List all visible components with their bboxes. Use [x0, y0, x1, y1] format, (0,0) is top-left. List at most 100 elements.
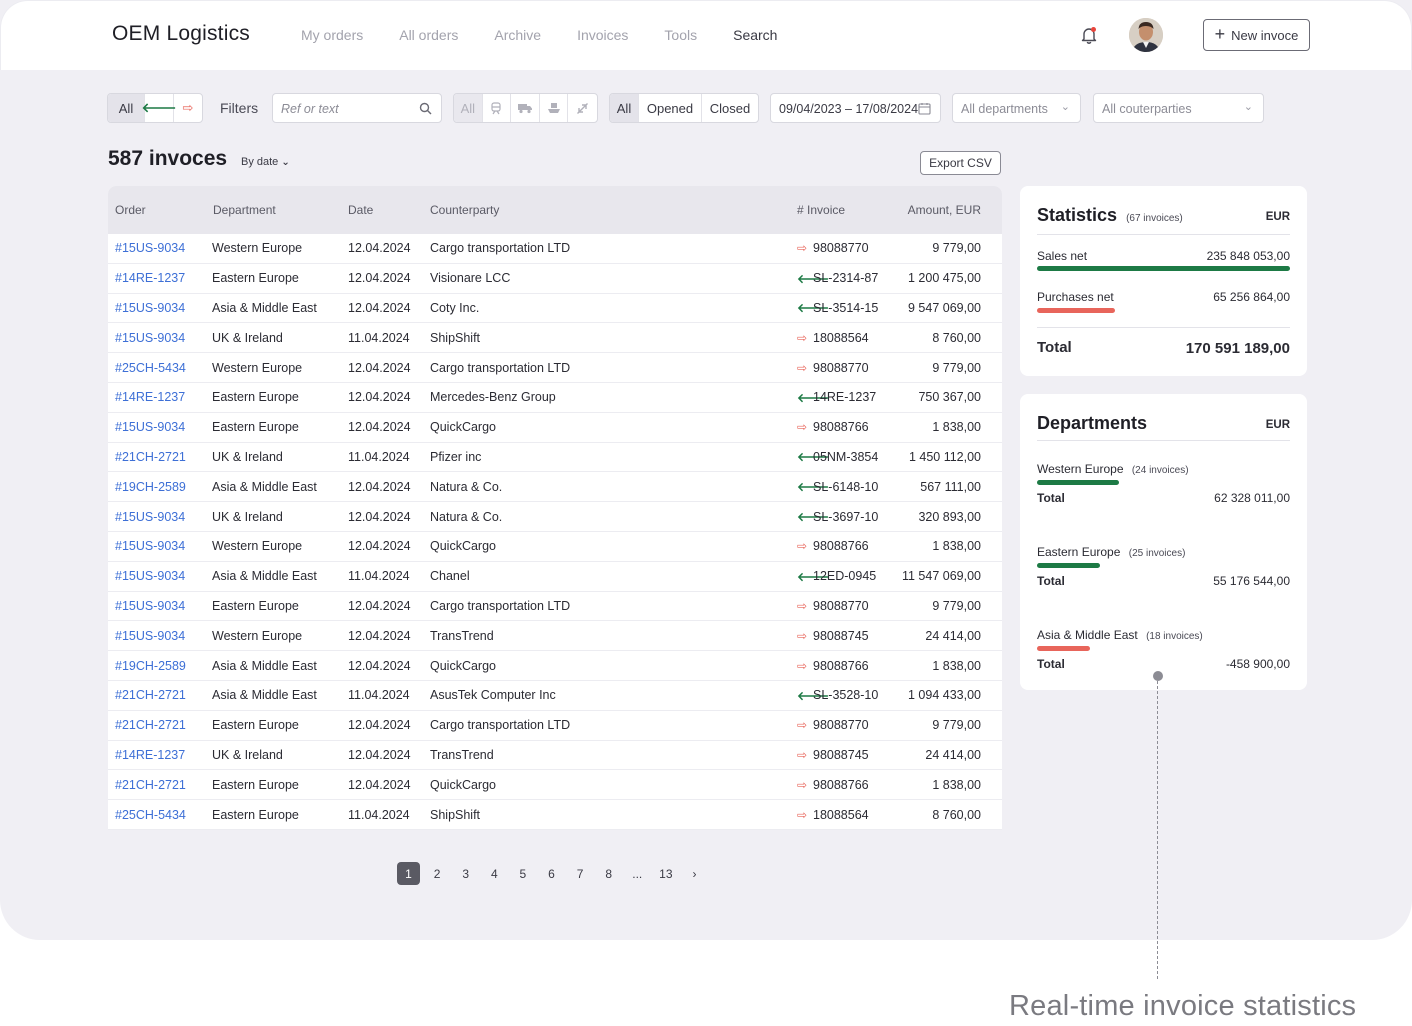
brand-logo[interactable]: OEM Logistics: [112, 22, 250, 46]
department-cell: Asia & Middle East: [212, 569, 317, 584]
order-link[interactable]: #15US-9034: [108, 539, 211, 553]
nav-archive[interactable]: Archive: [494, 27, 541, 43]
counterparty-cell: ShipShift: [430, 330, 481, 345]
page-title: 587 invoces: [108, 147, 228, 170]
amount-cell: 1 450 112,00: [908, 449, 981, 464]
nav-invoices[interactable]: Invoices: [577, 27, 628, 43]
next-page-button[interactable]: ›: [683, 862, 706, 885]
direction-all-toggle[interactable]: All: [108, 94, 145, 122]
table-row[interactable]: #15US-9034 Eastern Europe 12.04.2024 Cargo …: [108, 592, 1002, 622]
order-link[interactable]: #14RE-1237: [108, 748, 211, 762]
page-button[interactable]: 4: [483, 862, 506, 885]
table-row[interactable]: #19CH-2589 Asia & Middle East 12.04.2024 Qu…: [108, 651, 1002, 681]
date-range-picker[interactable]: 09/04/2023 – 17/08/2024: [770, 93, 941, 123]
annotation-line: [1157, 681, 1158, 979]
search-input[interactable]: Ref or text: [272, 93, 442, 123]
counterparties-dropdown[interactable]: All couterparties ⌄: [1093, 93, 1264, 123]
new-invoice-label: New invoce: [1231, 27, 1299, 43]
divider: [1037, 440, 1290, 441]
status-closed-toggle[interactable]: Closed: [702, 94, 758, 122]
nav-my-orders[interactable]: My orders: [301, 27, 363, 43]
new-invoice-button[interactable]: + New invoce: [1203, 19, 1310, 51]
order-link[interactable]: #19CH-2589: [108, 659, 211, 673]
ship-icon[interactable]: [540, 94, 569, 122]
department-total-label: Total: [1037, 574, 1065, 588]
table-row[interactable]: #14RE-1237 Eastern Europe 12.04.2024 Vision…: [108, 264, 1002, 294]
departments-selected: All departments: [961, 102, 1048, 116]
order-link[interactable]: #25CH-5434: [108, 808, 211, 822]
table-row[interactable]: #15US-9034 Eastern Europe 12.04.2024 QuickC…: [108, 413, 1002, 443]
table-row[interactable]: #15US-9034 UK & Ireland 11.04.2024 ShipShif…: [108, 323, 1002, 354]
table-row[interactable]: #21CH-2721 Asia & Middle East 11.04.2024 As…: [108, 681, 1002, 711]
order-link[interactable]: #15US-9034: [108, 629, 211, 643]
user-avatar[interactable]: [1129, 18, 1163, 52]
order-link[interactable]: #14RE-1237: [108, 271, 211, 285]
sort-dropdown[interactable]: By date ⌄: [241, 156, 290, 168]
status-opened-toggle[interactable]: Opened: [639, 94, 702, 122]
outgoing-filter[interactable]: ⇨: [174, 94, 202, 122]
order-link[interactable]: #15US-9034: [108, 599, 211, 613]
nav-search[interactable]: Search: [733, 27, 777, 43]
plane-icon[interactable]: [568, 94, 597, 122]
date-cell: 12.04.2024: [348, 598, 411, 613]
column-header-order[interactable]: Order: [108, 203, 211, 217]
order-link[interactable]: #21CH-2721: [108, 778, 211, 792]
table-row[interactable]: #21CH-2721 Eastern Europe 12.04.2024 QuickC…: [108, 770, 1002, 801]
table-row[interactable]: #25CH-5434 Western Europe 12.04.2024 Cargo …: [108, 353, 1002, 383]
date-cell: 12.04.2024: [348, 271, 411, 286]
sort-label: By date: [241, 156, 279, 168]
table-row[interactable]: #15US-9034 Western Europe 12.04.2024 QuickC…: [108, 532, 1002, 562]
incoming-filter[interactable]: 🡐: [141, 94, 177, 122]
table-row[interactable]: #25CH-5434 Eastern Europe 11.04.2024 ShipSh…: [108, 800, 1002, 830]
page-button[interactable]: 1: [397, 862, 420, 885]
order-link[interactable]: #15US-9034: [108, 331, 211, 345]
arrow-left-icon: 🡐: [141, 100, 177, 115]
nav-tools[interactable]: Tools: [664, 27, 697, 43]
invoice-number: 18088564: [813, 807, 869, 822]
departments-dropdown[interactable]: All departments ⌄: [952, 93, 1081, 123]
page-button[interactable]: 3: [454, 862, 477, 885]
page-button[interactable]: 6: [540, 862, 563, 885]
column-header-department[interactable]: Department: [211, 203, 348, 217]
page-button[interactable]: 5: [511, 862, 534, 885]
mode-all-toggle[interactable]: All: [454, 94, 483, 122]
export-csv-button[interactable]: Export CSV: [920, 151, 1001, 175]
amount-cell: 1 094 433,00: [908, 688, 981, 703]
department-name: Eastern Europe (25 invoices): [1037, 545, 1185, 559]
train-icon[interactable]: [483, 94, 512, 122]
table-row[interactable]: #14RE-1237 Eastern Europe 12.04.2024 Merced…: [108, 383, 1002, 413]
column-header-invoice[interactable]: # Invoice: [797, 203, 892, 217]
table-row[interactable]: #15US-9034 Western Europe 12.04.2024 TransT…: [108, 621, 1002, 652]
order-link[interactable]: #21CH-2721: [108, 450, 211, 464]
truck-icon[interactable]: [511, 94, 540, 122]
notifications-bell-icon[interactable]: [1079, 25, 1099, 45]
order-link[interactable]: #15US-9034: [108, 510, 211, 524]
table-row[interactable]: #15US-9034 Western Europe 12.04.2024 Cargo …: [108, 234, 1002, 264]
table-row[interactable]: #15US-9034 Asia & Middle East 12.04.2024 Co…: [108, 294, 1002, 324]
order-link[interactable]: #14RE-1237: [108, 390, 211, 404]
column-header-date[interactable]: Date: [348, 203, 430, 217]
table-row[interactable]: #19CH-2589 Asia & Middle East 12.04.2024 Na…: [108, 472, 1002, 503]
table-row[interactable]: #21CH-2721 Eastern Europe 12.04.2024 Cargo …: [108, 711, 1002, 741]
page-button[interactable]: 13: [654, 862, 677, 885]
order-link[interactable]: #15US-9034: [108, 569, 211, 583]
page-button[interactable]: 2: [426, 862, 449, 885]
order-link[interactable]: #15US-9034: [108, 420, 211, 434]
column-header-counterparty[interactable]: Counterparty: [430, 203, 797, 217]
order-link[interactable]: #25CH-5434: [108, 361, 211, 375]
status-all-toggle[interactable]: All: [610, 94, 639, 122]
column-header-amount[interactable]: Amount, EUR: [892, 203, 996, 217]
order-link[interactable]: #19CH-2589: [108, 480, 211, 494]
page-button[interactable]: 8: [597, 862, 620, 885]
table-row[interactable]: #14RE-1237 UK & Ireland 12.04.2024 TransTre…: [108, 741, 1002, 771]
order-link[interactable]: #21CH-2721: [108, 718, 211, 732]
table-row[interactable]: #15US-9034 Asia & Middle East 11.04.2024 Ch…: [108, 562, 1002, 592]
nav-all-orders[interactable]: All orders: [399, 27, 458, 43]
statistics-currency: EUR: [1265, 211, 1290, 223]
order-link[interactable]: #21CH-2721: [108, 688, 211, 702]
table-row[interactable]: #15US-9034 UK & Ireland 12.04.2024 Natura &…: [108, 502, 1002, 532]
order-link[interactable]: #15US-9034: [108, 241, 211, 255]
table-row[interactable]: #21CH-2721 UK & Ireland 11.04.2024 Pfizer i…: [108, 443, 1002, 473]
page-button[interactable]: 7: [569, 862, 592, 885]
order-link[interactable]: #15US-9034: [108, 301, 211, 315]
